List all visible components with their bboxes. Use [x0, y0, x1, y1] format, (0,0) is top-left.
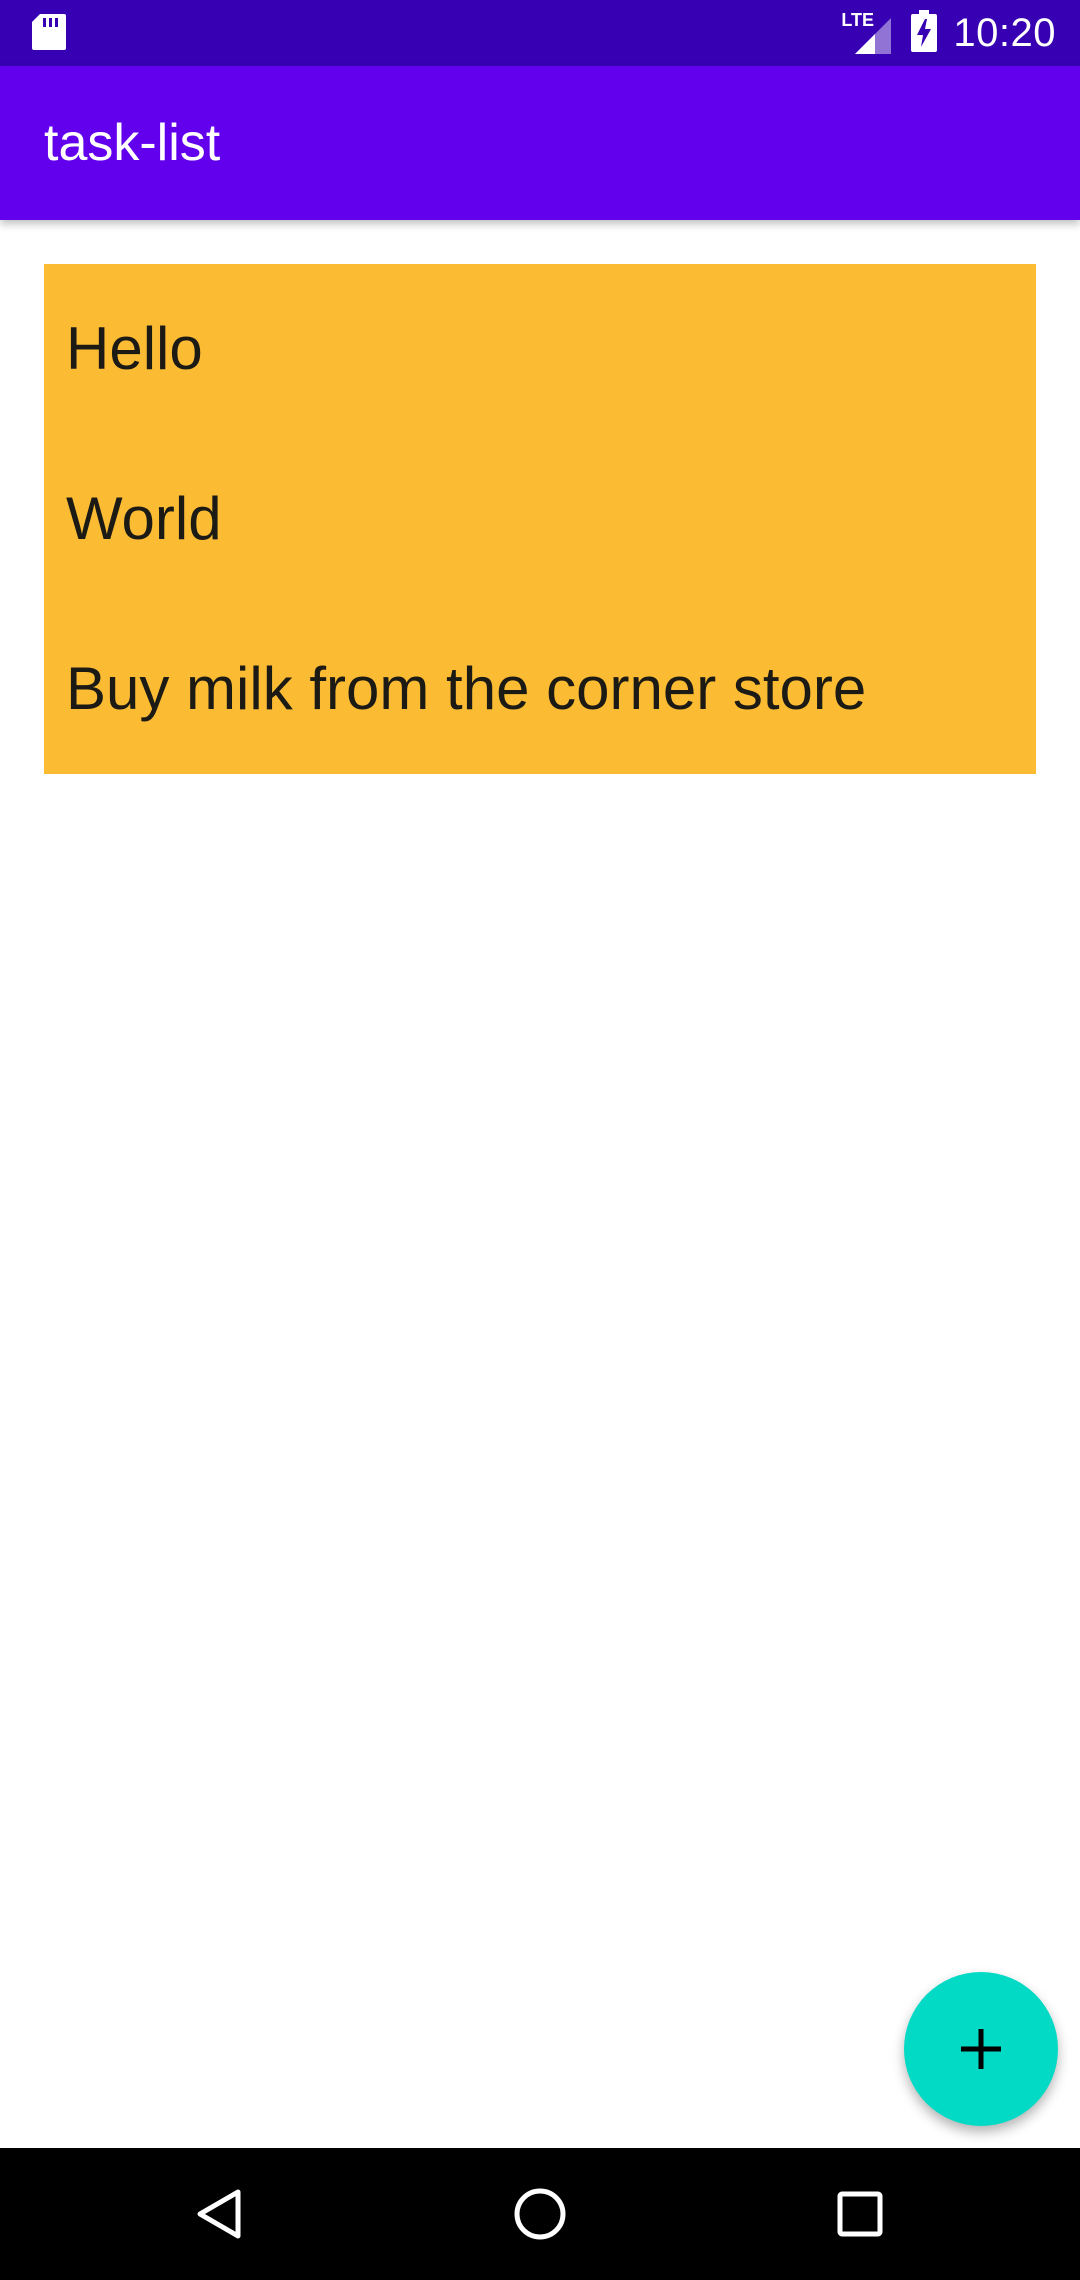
plus-icon — [961, 2029, 1001, 2069]
home-icon — [514, 2188, 566, 2240]
status-bar: LTE 10:20 — [0, 0, 1080, 66]
app-bar: task-list — [0, 66, 1080, 220]
lte-signal-icon: LTE — [841, 10, 895, 56]
battery-charging-icon — [911, 9, 938, 57]
navigation-bar — [0, 2148, 1080, 2280]
task-list: Hello World Buy milk from the corner sto… — [44, 264, 1036, 774]
app-title: task-list — [44, 114, 221, 172]
recents-icon — [837, 2191, 883, 2237]
add-task-button[interactable] — [904, 1972, 1058, 2126]
task-item[interactable]: Buy milk from the corner store — [66, 654, 866, 723]
recents-button[interactable] — [794, 2148, 926, 2280]
home-button[interactable] — [474, 2148, 606, 2280]
status-icons: LTE 10:20 — [841, 0, 1056, 66]
back-button[interactable] — [154, 2148, 286, 2280]
status-time: 10:20 — [953, 10, 1056, 55]
back-icon — [197, 2189, 241, 2239]
task-item[interactable]: Hello — [66, 314, 203, 383]
sd-card-icon — [30, 12, 68, 52]
task-item[interactable]: World — [66, 484, 222, 553]
